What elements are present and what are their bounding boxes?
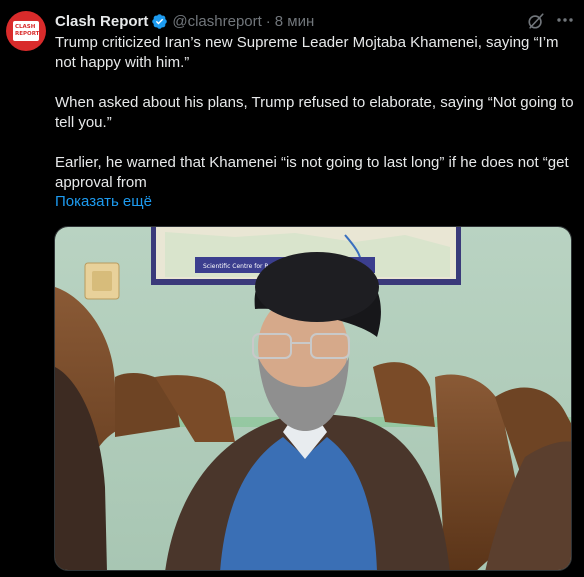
author-handle[interactable]: @clashreport <box>172 13 261 30</box>
tweet-paragraph-2: When asked about his plans, Trump refuse… <box>55 94 574 131</box>
clash-report-logo: CLASH REPORT <box>13 21 39 41</box>
tweet-paragraph-3: Earlier, he warned that Khamenei “is not… <box>55 154 569 191</box>
show-more-link[interactable]: Показать ещё <box>55 193 152 210</box>
tweet-text: Trump criticized Iran’s new Supreme Lead… <box>55 33 575 193</box>
author-name[interactable]: Clash Report <box>55 13 148 30</box>
photo-illustration: Scientific Centre for Research & Studies <box>55 227 571 570</box>
grok-icon[interactable] <box>527 12 545 30</box>
verified-badge-icon <box>152 13 168 29</box>
timestamp[interactable]: 8 мин <box>275 13 315 30</box>
tweet-paragraph-1: Trump criticized Iran’s new Supreme Lead… <box>55 34 559 71</box>
avatar[interactable]: CLASH REPORT <box>6 11 46 51</box>
tweet-photo[interactable]: Scientific Centre for Research & Studies <box>54 226 572 571</box>
tweet-header: Clash Report @clashreport · 8 мин <box>55 11 314 31</box>
more-icon[interactable] <box>556 17 574 23</box>
separator-dot: · <box>265 12 271 30</box>
